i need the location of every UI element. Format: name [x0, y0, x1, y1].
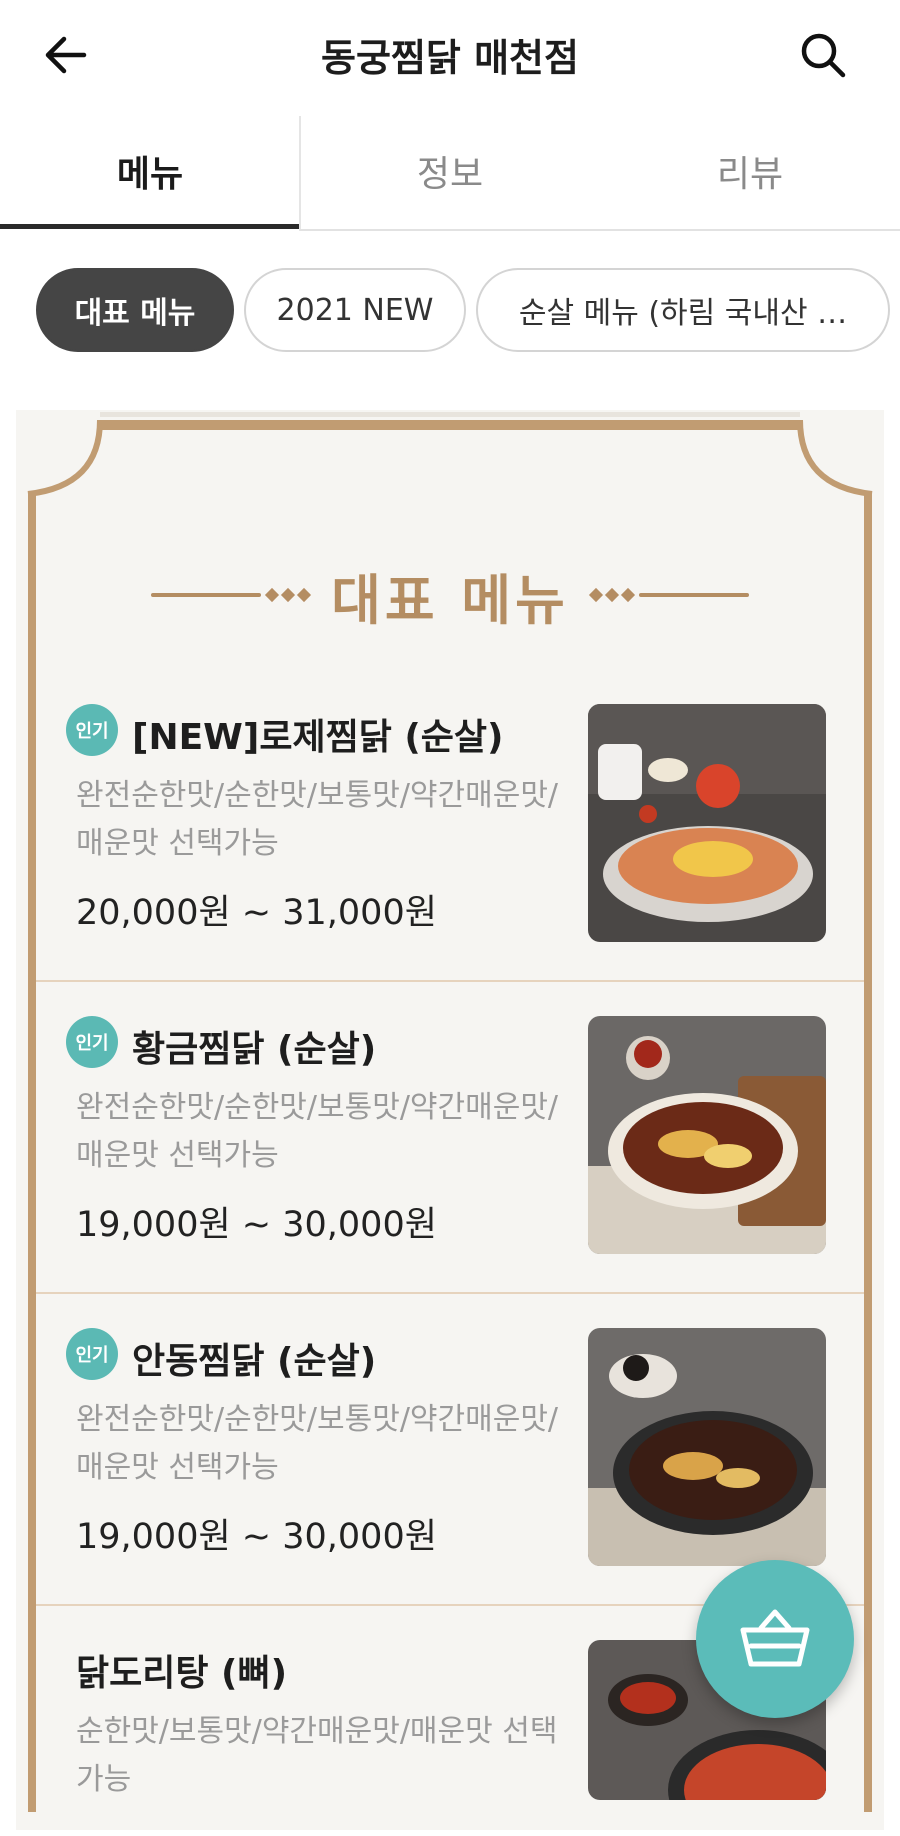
tab-menu[interactable]: 메뉴 [0, 112, 300, 230]
tab-bar: 메뉴 정보 리뷰 [0, 112, 900, 230]
menu-item-photo [588, 1328, 826, 1566]
menu-item-desc: 완전순한맛/순한맛/보통맛/약간매운맛/매운맛 선택가능 [76, 1402, 559, 1485]
menu-item-desc: 완전순한맛/순한맛/보통맛/약간매운맛/매운맛 선택가능 [76, 1090, 559, 1173]
search-icon [801, 33, 846, 78]
tab-info[interactable]: 정보 [300, 112, 600, 230]
section-title: 대표 메뉴 [331, 568, 569, 632]
tab-review[interactable]: 리뷰 [600, 112, 900, 230]
page-title: 동궁찜닭 매천점 [321, 36, 579, 80]
menu-item[interactable]: 인기 [NEW]로제찜닭 (순살) 완전순한맛/순한맛/보통맛/약간매운맛/매운… [36, 700, 864, 980]
menu-item-name: 황금찜닭 (순살) [132, 1029, 377, 1070]
item-divider [36, 1292, 864, 1294]
menu-item-name: 닭도리탕 (뼈) [76, 1653, 288, 1694]
section-header: 대표 메뉴 [0, 555, 900, 635]
menu-item-photo [588, 704, 826, 942]
menu-item-price: 19,000원 ~ 30,000원 [76, 1205, 437, 1245]
chip-2021-new[interactable]: 2021 NEW [244, 268, 466, 352]
menu-item-price: 19,000원 ~ 30,000원 [76, 1517, 437, 1557]
popular-badge: 인기 [66, 1328, 118, 1380]
panel-top-edge [100, 412, 800, 417]
item-divider [36, 980, 864, 982]
menu-item[interactable]: 인기 황금찜닭 (순살) 완전순한맛/순한맛/보통맛/약간매운맛/매운맛 선택가… [36, 1012, 864, 1292]
cart-button[interactable] [696, 1560, 854, 1718]
popular-badge: 인기 [66, 1016, 118, 1068]
menu-item[interactable]: 인기 안동찜닭 (순살) 완전순한맛/순한맛/보통맛/약간매운맛/매운맛 선택가… [36, 1324, 864, 1604]
popular-badge: 인기 [66, 704, 118, 756]
menu-item-name: [NEW]로제찜닭 (순살) [132, 717, 504, 758]
tab-bottom-border [300, 229, 900, 231]
top-app-bar: 동궁찜닭 매천점 [0, 0, 900, 116]
tab-divider [299, 116, 301, 231]
search-button[interactable] [796, 28, 850, 82]
menu-item-name: 안동찜닭 (순살) [132, 1341, 377, 1382]
chip-boneless-menu[interactable]: 순살 메뉴 (하림 국내산 … [476, 268, 890, 352]
ornament-right [588, 587, 749, 603]
menu-item-photo [588, 1016, 826, 1254]
chip-signature-menu[interactable]: 대표 메뉴 [36, 268, 234, 352]
menu-item-desc: 순한맛/보통맛/약간매운맛/매운맛 선택가능 [76, 1714, 558, 1797]
panel-top-border [100, 420, 800, 430]
menu-item-desc: 완전순한맛/순한맛/보통맛/약간매운맛/매운맛 선택가능 [76, 778, 559, 861]
basket-icon [740, 1609, 810, 1667]
ornament-left [151, 587, 312, 603]
active-tab-indicator [0, 224, 300, 229]
category-chips: 대표 메뉴 2021 NEW 순살 메뉴 (하림 국내산 … [0, 268, 900, 354]
menu-item-price: 20,000원 ~ 31,000원 [76, 893, 437, 933]
